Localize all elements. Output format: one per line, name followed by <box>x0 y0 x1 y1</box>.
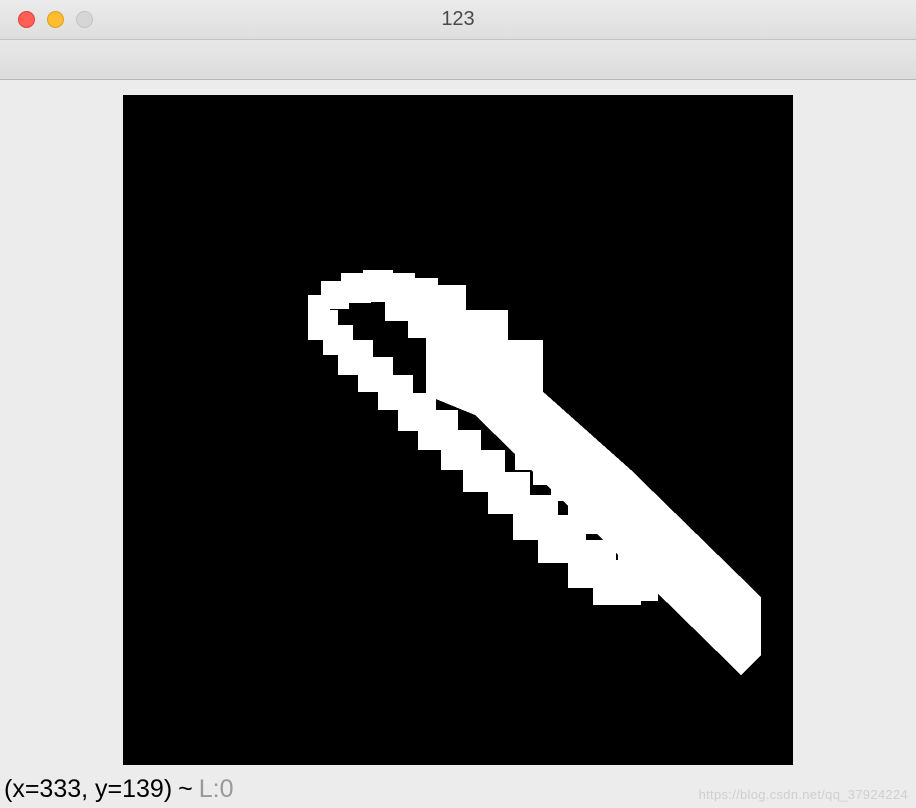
window-titlebar: 123 <box>0 0 916 40</box>
content-area <box>0 80 916 770</box>
maximize-button <box>76 11 93 28</box>
close-button[interactable] <box>18 11 35 28</box>
luminance-value: L:0 <box>199 775 234 804</box>
cursor-coordinates: (x=333, y=139) <box>4 775 172 804</box>
toolbar-area <box>0 40 916 80</box>
image-canvas[interactable] <box>123 95 793 765</box>
window-title: 123 <box>441 8 474 31</box>
status-separator: ~ <box>178 775 193 804</box>
watermark-text: https://blog.csdn.net/qq_37924224 <box>699 787 908 802</box>
minimize-button[interactable] <box>47 11 64 28</box>
binary-shape <box>123 95 793 765</box>
pixel-edge-detail <box>308 270 658 605</box>
traffic-lights <box>0 11 93 28</box>
